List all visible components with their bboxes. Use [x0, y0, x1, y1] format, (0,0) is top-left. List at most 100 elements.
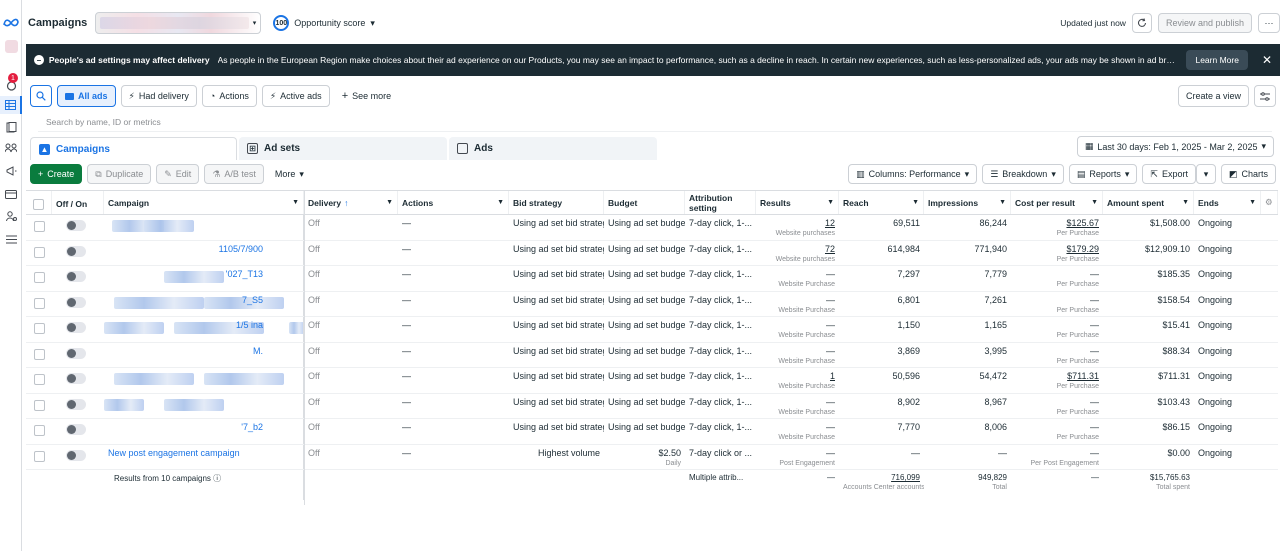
filter-settings-button[interactable] — [1254, 85, 1276, 107]
filter-actions[interactable]: ◔ Actions — [201, 85, 257, 107]
edit-button[interactable]: ✎ Edit — [156, 164, 200, 184]
people-settings-icon[interactable] — [0, 207, 22, 225]
table-row[interactable]: 1105/7/900 Off — Using ad set bid strategy U… — [26, 240, 1278, 266]
see-more-button[interactable]: + See more — [334, 85, 399, 107]
campaign-toggle[interactable] — [66, 245, 86, 257]
col-attribution[interactable]: Attribution setting — [685, 191, 756, 214]
col-ends[interactable]: Ends ▼ — [1194, 191, 1261, 214]
col-delivery[interactable]: Delivery ↑ ▼ — [304, 191, 398, 214]
col-amount-spent[interactable]: Amount spent ▼ — [1103, 191, 1194, 214]
campaign-toggle[interactable] — [66, 398, 86, 410]
tab-ads[interactable]: Ads — [449, 137, 657, 160]
table-row[interactable]: 7_S5 Off — Using ad set bid strategy Using a… — [26, 291, 1278, 317]
audiences-icon[interactable] — [0, 139, 22, 157]
row-checkbox[interactable] — [33, 374, 45, 385]
create-button[interactable]: + Create — [30, 164, 83, 184]
row-checkbox[interactable] — [33, 399, 45, 411]
campaign-toggle[interactable] — [66, 271, 86, 282]
menu-icon[interactable] — [0, 230, 22, 248]
table-row[interactable]: Off — Using ad set bid strategy Using ad se… — [26, 215, 1278, 241]
campaign-toggle[interactable] — [66, 296, 86, 308]
opportunity-score[interactable]: 100 Opportunity score ▾ — [273, 15, 375, 31]
billing-icon[interactable] — [0, 185, 22, 203]
campaign-name-link[interactable]: '7_b2 — [108, 422, 299, 432]
learn-more-button[interactable]: Learn More — [1186, 50, 1248, 70]
reports-dropdown[interactable]: ▤ Reports ▾ — [1068, 164, 1138, 184]
select-all-checkbox[interactable] — [33, 198, 44, 210]
campaign-toggle[interactable] — [66, 424, 86, 435]
duplicate-button[interactable]: ⧉ Duplicate — [87, 164, 152, 184]
table-row[interactable]: '027_T13 Off — Using ad set bid strategy Usi… — [26, 266, 1278, 292]
campaign-name-link[interactable]: M. — [108, 346, 299, 356]
columns-dropdown[interactable]: ▥ Columns: Performance ▾ — [848, 164, 978, 184]
ab-test-button[interactable]: ⚗ A/B test — [204, 164, 264, 184]
campaign-toggle[interactable] — [66, 449, 86, 461]
col-actions[interactable]: Actions ▼ — [398, 191, 509, 214]
row-checkbox[interactable] — [33, 272, 45, 283]
search-button[interactable] — [30, 85, 52, 107]
row-checkbox[interactable] — [33, 425, 45, 436]
notifications-icon[interactable]: 1 — [0, 73, 22, 94]
breakdown-dropdown[interactable]: ☰ Breakdown ▾ — [982, 164, 1064, 184]
campaign-name-link[interactable]: New post engagement campaign — [108, 448, 240, 458]
export-options-button[interactable]: ▾ — [1195, 164, 1216, 184]
tab-ad-sets[interactable]: ⊞ Ad sets — [239, 137, 447, 160]
ads-megaphone-icon[interactable] — [0, 162, 22, 180]
search-input[interactable]: Search by name, ID or metrics — [38, 112, 1272, 132]
campaign-name-link[interactable]: 1/5 ina — [108, 320, 299, 330]
row-checkbox[interactable] — [33, 297, 45, 309]
table-row[interactable]: '7_b2 Off — Using ad set bid strategy Using … — [26, 419, 1278, 445]
pages-icon[interactable] — [0, 118, 22, 136]
ad-account-selector[interactable]: ▾ — [95, 12, 262, 34]
campaign-toggle[interactable] — [66, 322, 86, 333]
filter-all-ads[interactable]: All ads — [57, 85, 116, 107]
table-row[interactable]: 1/5 ina Off — Using ad set bid strategy Usin… — [26, 317, 1278, 343]
cell-cost-per-result-value[interactable]: $179.29 — [1066, 244, 1099, 254]
cell-results-value[interactable]: 72 — [825, 244, 835, 254]
campaign-toggle[interactable] — [66, 347, 86, 359]
campaign-toggle[interactable] — [66, 220, 86, 231]
row-checkbox[interactable] — [33, 246, 45, 258]
table-row[interactable]: M. Off — Using ad set bid strategy Using ad … — [26, 342, 1278, 368]
filter-had-delivery[interactable]: ⚡ Had delivery — [120, 85, 197, 107]
table-row[interactable]: Off — Using ad set bid strategy Using ad se… — [26, 368, 1278, 394]
tab-campaigns[interactable]: ▲ Campaigns — [30, 137, 237, 160]
col-reach[interactable]: Reach ▼ — [839, 191, 924, 214]
date-range-picker[interactable]: ▦ Last 30 days: Feb 1, 2025 - Mar 2, 202… — [1076, 136, 1274, 157]
campaign-toggle[interactable] — [66, 373, 86, 384]
cell-results-value[interactable]: 12 — [825, 218, 835, 228]
account-avatar-icon[interactable] — [0, 37, 22, 55]
col-offon[interactable]: Off / On — [52, 191, 104, 214]
row-checkbox[interactable] — [33, 450, 45, 462]
cell-cost-per-result-value[interactable]: $125.67 — [1066, 218, 1099, 228]
close-icon[interactable]: ✕ — [1262, 53, 1272, 67]
col-impressions[interactable]: Impressions ▼ — [924, 191, 1011, 214]
review-publish-button[interactable]: Review and publish — [1157, 13, 1252, 33]
charts-button[interactable]: ◩ Charts — [1220, 164, 1276, 184]
create-view-button[interactable]: Create a view — [1177, 85, 1249, 107]
export-button[interactable]: ⇱ Export — [1142, 164, 1196, 184]
filter-active-ads[interactable]: ⚡ Active ads — [261, 85, 330, 107]
campaign-name-link[interactable]: 7_S5 — [108, 295, 299, 305]
more-dropdown[interactable]: More ▾ — [269, 169, 310, 180]
info-icon[interactable]: ⓘ — [213, 474, 221, 483]
cell-results-value[interactable]: 1 — [830, 371, 835, 381]
row-checkbox[interactable] — [33, 348, 45, 360]
row-checkbox[interactable] — [33, 323, 45, 334]
cell-cost-per-result-value[interactable]: $711.31 — [1067, 371, 1099, 381]
meta-logo-icon[interactable] — [0, 13, 22, 31]
table-row[interactable]: New post engagement campaign Off — Highest … — [26, 444, 1278, 470]
campaign-name-link[interactable]: '027_T13 — [108, 269, 299, 279]
table-row[interactable]: Off — Using ad set bid strategy Using ad se… — [26, 393, 1278, 419]
more-options-button[interactable]: ··· — [1258, 13, 1280, 33]
campaign-name-link[interactable]: 1105/7/900 — [108, 244, 299, 254]
col-results[interactable]: Results ▼ — [756, 191, 839, 214]
col-campaign[interactable]: Campaign ▼ — [104, 191, 304, 214]
row-checkbox[interactable] — [33, 221, 45, 232]
footer-reach[interactable]: 716,099 — [891, 473, 920, 482]
col-cost-per-result[interactable]: Cost per result ▼ — [1011, 191, 1103, 214]
col-budget[interactable]: Budget — [604, 191, 685, 214]
campaigns-table-icon[interactable] — [0, 96, 22, 114]
column-settings-icon[interactable]: ⚙ — [1261, 191, 1278, 214]
col-bid-strategy[interactable]: Bid strategy — [509, 191, 604, 214]
